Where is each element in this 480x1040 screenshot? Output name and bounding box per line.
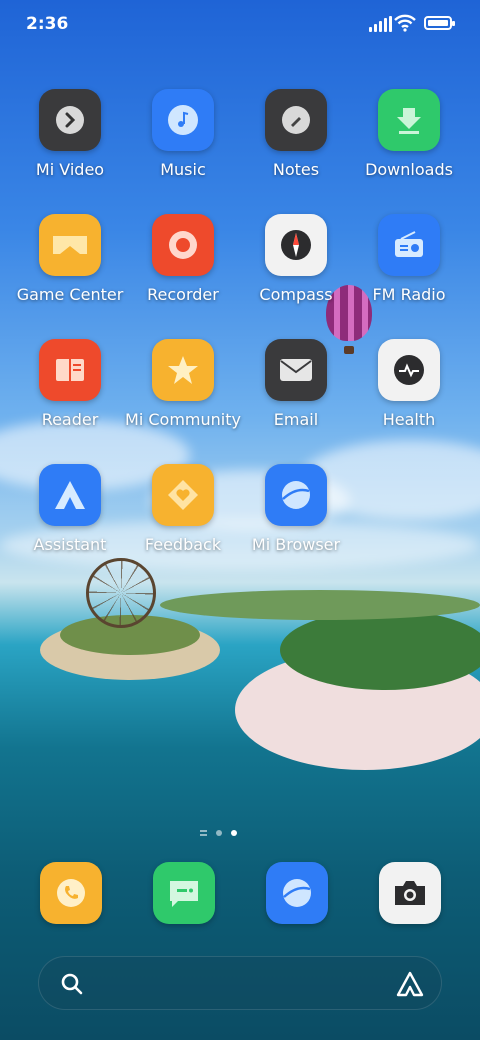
page-dot-active [231,830,237,836]
app-feedback[interactable]: Feedback [123,464,243,554]
wifi-icon [394,14,416,32]
app-fm-radio[interactable]: FM Radio [349,214,469,304]
app-assistant[interactable]: Assistant [10,464,130,554]
app-label: Compass [259,285,333,304]
page-indicator[interactable] [200,830,237,836]
app-recorder[interactable]: Recorder [123,214,243,304]
signal-icon [369,16,392,32]
app-notes[interactable]: Notes [236,89,356,179]
phone-icon[interactable] [40,862,102,924]
app-compass[interactable]: Compass [236,214,356,304]
assistant-icon [39,464,101,526]
search-bar[interactable] [38,956,442,1010]
app-game-center[interactable]: Game Center [10,214,130,304]
app-label: Health [382,410,436,429]
app-drawer-indicator [200,830,207,836]
fm-radio-icon [378,214,440,276]
app-label: Reader [41,410,99,429]
app-downloads[interactable]: Downloads [349,89,469,179]
app-health[interactable]: Health [349,339,469,429]
app-label: FM Radio [372,285,446,304]
search-icon[interactable] [60,972,84,996]
app-mi-video[interactable]: Mi Video [10,89,130,179]
battery-icon [424,16,455,30]
app-label: Mi Browser [251,535,341,554]
compass-icon [265,214,327,276]
recorder-icon [152,214,214,276]
downloads-icon [378,89,440,151]
app-label: Mi Community [125,410,241,429]
app-mi-browser[interactable]: Mi Browser [236,464,356,554]
app-label: Music [160,160,206,179]
music-icon [152,89,214,151]
app-label: Game Center [16,285,124,304]
notes-icon [265,89,327,151]
mi-community-icon [152,339,214,401]
app-label: Feedback [144,535,222,554]
status-bar: 2:36 [0,0,480,52]
game-center-icon [39,214,101,276]
app-label: Notes [272,160,320,179]
app-mi-community[interactable]: Mi Community [123,339,243,429]
feedback-icon [152,464,214,526]
browser-icon[interactable] [266,862,328,924]
app-label: Recorder [147,285,219,304]
health-icon [378,339,440,401]
reader-icon [39,339,101,401]
app-label: Email [273,410,319,429]
app-label: Assistant [33,535,107,554]
browser-icon [265,464,327,526]
app-music[interactable]: Music [123,89,243,179]
status-time: 2:36 [26,14,69,34]
email-icon [265,339,327,401]
app-label: Mi Video [35,160,105,179]
page-dot [216,830,222,836]
assistant-icon[interactable] [395,970,425,998]
mi-video-icon [39,89,101,151]
app-reader[interactable]: Reader [10,339,130,429]
messaging-icon[interactable] [153,862,215,924]
camera-icon[interactable] [379,862,441,924]
app-label: Downloads [365,160,453,179]
app-email[interactable]: Email [236,339,356,429]
